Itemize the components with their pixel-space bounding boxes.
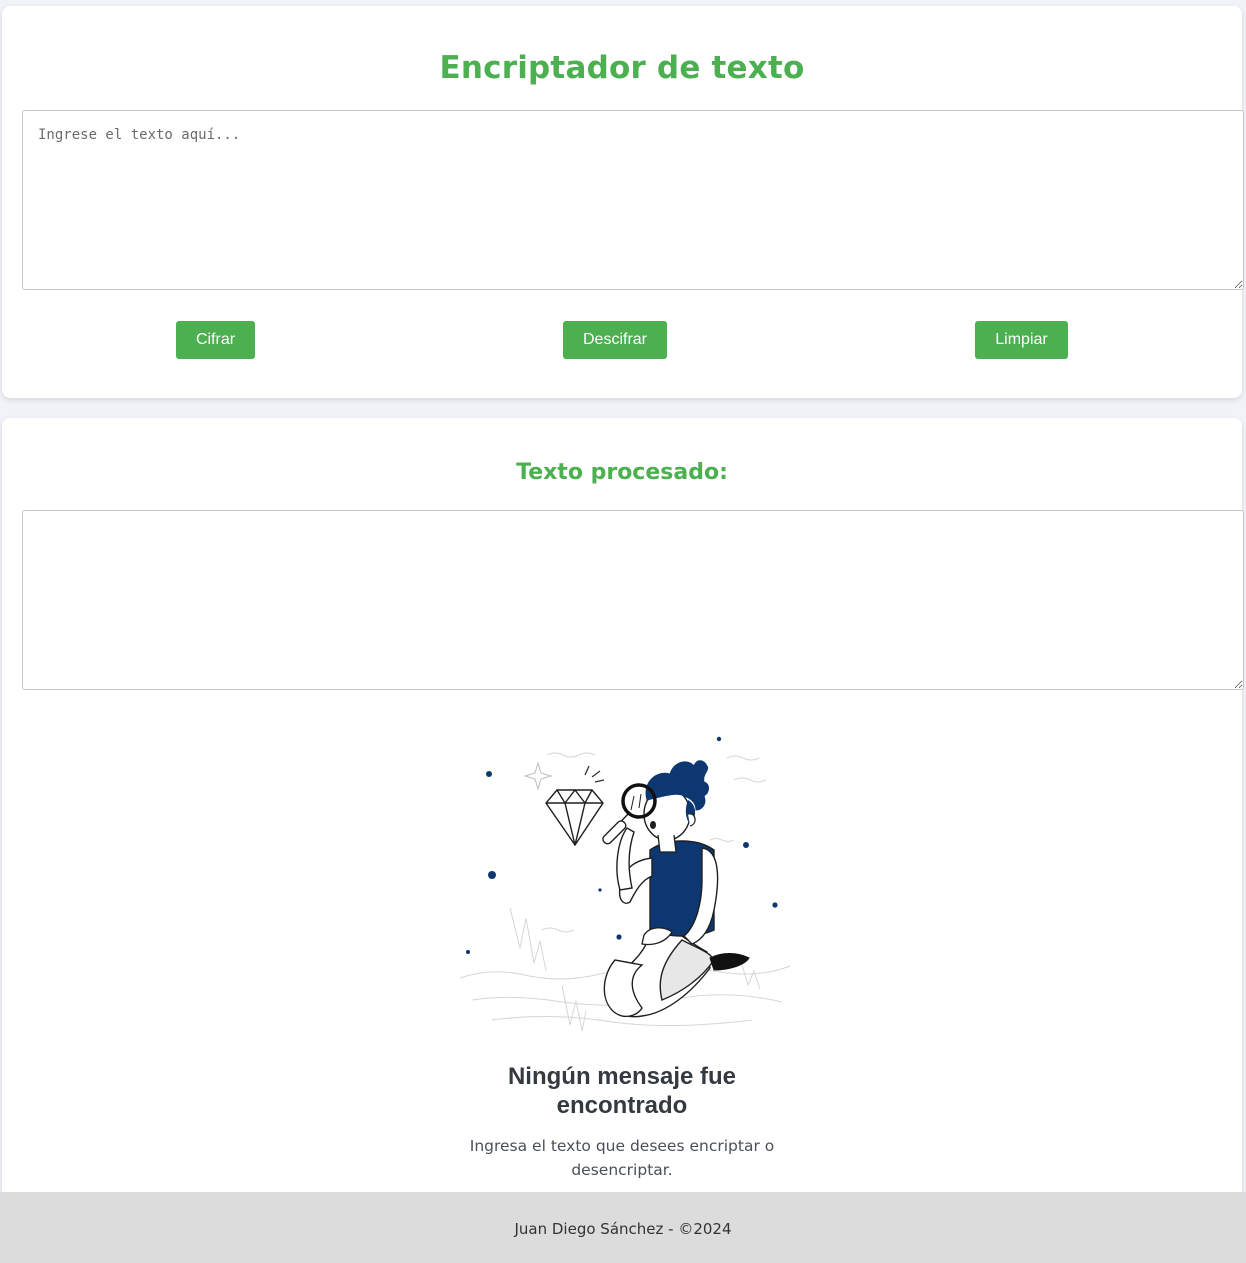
encrypt-card: Encriptador de texto Cifrar Descifrar Li… — [2, 6, 1244, 398]
person-magnifier-illustration — [459, 736, 791, 1032]
input-textarea[interactable] — [22, 110, 1244, 290]
footer-text: Juan Diego Sánchez - ©2024 — [514, 1220, 732, 1238]
page-title: Encriptador de texto — [439, 50, 805, 86]
output-title: Texto procesado: — [516, 460, 728, 485]
empty-state-description: Ingresa el texto que desees encriptar o … — [469, 1137, 775, 1179]
output-card: Texto procesado: Ningún mensaje fue enco… — [2, 418, 1244, 1208]
decrypt-button[interactable]: Descifrar — [563, 321, 667, 359]
empty-state-heading: Ningún mensaje fue encontrado — [507, 1063, 737, 1119]
footer: Juan Diego Sánchez - ©2024 — [0, 1192, 1246, 1263]
output-textarea[interactable] — [22, 510, 1244, 690]
clear-button[interactable]: Limpiar — [975, 321, 1068, 359]
encrypt-button[interactable]: Cifrar — [176, 321, 255, 359]
